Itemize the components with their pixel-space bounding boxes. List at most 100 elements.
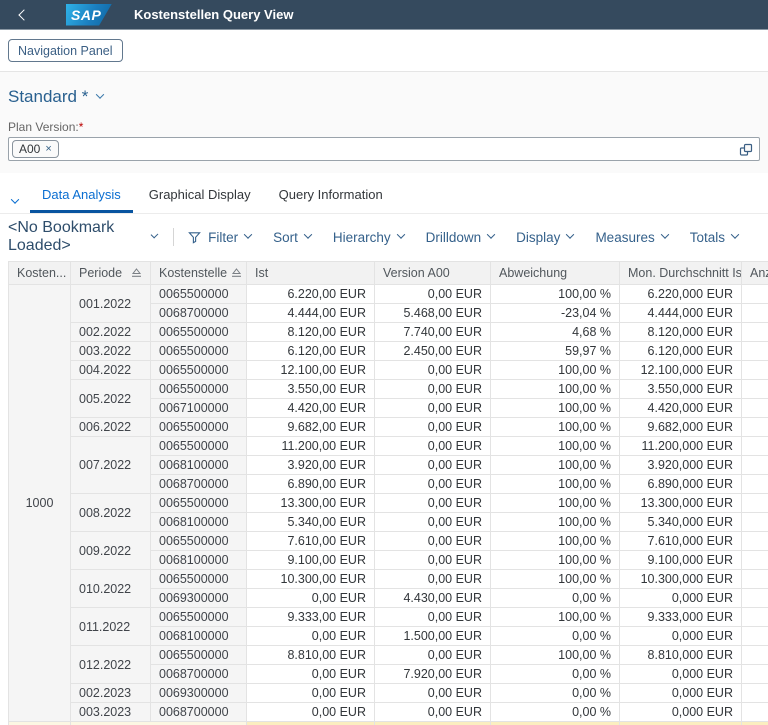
durchschnitt-cell[interactable]: 9.682,000 EUR	[619, 417, 742, 437]
column-header[interactable]: Anzahl	[741, 261, 768, 285]
version-a00-cell[interactable]: 0,00 EUR	[374, 474, 491, 494]
ist-cell[interactable]: 3.550,00 EUR	[246, 379, 375, 399]
version-a00-cell[interactable]: 0,00 EUR	[374, 493, 491, 513]
version-a00-cell[interactable]: 0,00 EUR	[374, 455, 491, 475]
column-header[interactable]: Mon. Durchschnitt Ist	[619, 261, 742, 285]
kostenstelle-cell[interactable]: 0069300000	[150, 683, 247, 703]
kosten-group-cell[interactable]: 1000	[8, 284, 71, 722]
periode-cell[interactable]: 009.2022	[70, 531, 151, 570]
kostenstelle-cell[interactable]: 0065500000	[150, 569, 247, 589]
durchschnitt-cell[interactable]: 4.420,000 EUR	[619, 398, 742, 418]
bookmark-dropdown[interactable]: <No Bookmark Loaded>	[8, 219, 159, 255]
ist-cell[interactable]: 6.890,00 EUR	[246, 474, 375, 494]
anzahl-cell[interactable]	[741, 493, 768, 513]
periode-cell[interactable]: 004.2022	[70, 360, 151, 380]
navigation-panel-button[interactable]: Navigation Panel	[8, 39, 123, 62]
version-a00-cell[interactable]: 1.500,00 EUR	[374, 626, 491, 646]
anzahl-cell[interactable]	[741, 569, 768, 589]
durchschnitt-cell[interactable]: 8.810,000 EUR	[619, 645, 742, 665]
version-a00-cell[interactable]: 0,00 EUR	[374, 569, 491, 589]
abweichung-cell[interactable]: 100,00 %	[490, 645, 620, 665]
ist-cell[interactable]: 7.610,00 EUR	[246, 531, 375, 551]
version-a00-cell[interactable]: 0,00 EUR	[374, 702, 491, 722]
version-a00-cell[interactable]: 0,00 EUR	[374, 512, 491, 532]
durchschnitt-cell[interactable]: 0,000 EUR	[619, 683, 742, 703]
anzahl-cell[interactable]	[741, 322, 768, 342]
version-a00-cell[interactable]: 0,00 EUR	[374, 379, 491, 399]
value-help-icon[interactable]	[738, 142, 754, 158]
ist-cell[interactable]: 4.444,00 EUR	[246, 303, 375, 323]
abweichung-cell[interactable]: 0,00 %	[490, 683, 620, 703]
anzahl-cell[interactable]	[741, 645, 768, 665]
durchschnitt-cell[interactable]: 6.890,000 EUR	[619, 474, 742, 494]
periode-cell[interactable]: 008.2022	[70, 493, 151, 532]
ist-cell[interactable]: 0,00 EUR	[246, 626, 375, 646]
column-header[interactable]: Kostenstelle	[150, 261, 247, 285]
durchschnitt-cell[interactable]: 7.610,000 EUR	[619, 531, 742, 551]
version-a00-cell[interactable]: 0,00 EUR	[374, 398, 491, 418]
ist-cell[interactable]: 9.100,00 EUR	[246, 550, 375, 570]
version-a00-cell[interactable]: 2.450,00 EUR	[374, 341, 491, 361]
result-abweichung-cell[interactable]: 78,99 %	[490, 721, 620, 725]
durchschnitt-cell[interactable]: 3.920,000 EUR	[619, 455, 742, 475]
version-a00-cell[interactable]: 0,00 EUR	[374, 683, 491, 703]
version-a00-cell[interactable]: 0,00 EUR	[374, 284, 491, 304]
kostenstelle-cell[interactable]: 0065500000	[150, 436, 247, 456]
kostenstelle-cell[interactable]: 0065500000	[150, 607, 247, 627]
periode-cell[interactable]: 003.2022	[70, 341, 151, 361]
plan-version-input[interactable]: A00 ×	[8, 137, 760, 161]
ist-cell[interactable]: 0,00 EUR	[246, 683, 375, 703]
kostenstelle-cell[interactable]: 0068700000	[150, 664, 247, 684]
durchschnitt-cell[interactable]: 0,000 EUR	[619, 702, 742, 722]
collapse-chevron-icon[interactable]	[10, 195, 20, 204]
display-menu[interactable]: Display	[516, 230, 575, 245]
kostenstelle-cell[interactable]: 0065500000	[150, 360, 247, 380]
version-a00-cell[interactable]: 0,00 EUR	[374, 436, 491, 456]
periode-cell[interactable]: 006.2022	[70, 417, 151, 437]
result-kosten-cell[interactable]	[8, 721, 71, 725]
durchschnitt-cell[interactable]: 4.444,000 EUR	[619, 303, 742, 323]
periode-cell[interactable]: 007.2022	[70, 436, 151, 494]
abweichung-cell[interactable]: 0,00 %	[490, 626, 620, 646]
periode-cell[interactable]: 010.2022	[70, 569, 151, 608]
durchschnitt-cell[interactable]: 10.300,000 EUR	[619, 569, 742, 589]
result-version-cell[interactable]: 29.508,00 EUR	[374, 721, 491, 725]
ist-cell[interactable]: 8.120,00 EUR	[246, 322, 375, 342]
kostenstelle-cell[interactable]: 0065500000	[150, 284, 247, 304]
abweichung-cell[interactable]: 100,00 %	[490, 474, 620, 494]
kostenstelle-cell[interactable]: 0067100000	[150, 398, 247, 418]
anzahl-cell[interactable]	[741, 531, 768, 551]
variant-selector[interactable]: Standard *	[8, 87, 760, 107]
result-label-cell[interactable]: Result	[70, 721, 247, 725]
periode-cell[interactable]: 012.2022	[70, 645, 151, 684]
anzahl-cell[interactable]	[741, 417, 768, 437]
token-remove-icon[interactable]: ×	[45, 143, 51, 155]
ist-cell[interactable]: 13.300,00 EUR	[246, 493, 375, 513]
column-header[interactable]: Ist	[246, 261, 375, 285]
abweichung-cell[interactable]: -23,04 %	[490, 303, 620, 323]
ist-cell[interactable]: 11.200,00 EUR	[246, 436, 375, 456]
abweichung-cell[interactable]: 100,00 %	[490, 493, 620, 513]
version-a00-cell[interactable]: 7.740,00 EUR	[374, 322, 491, 342]
durchschnitt-cell[interactable]: 13.300,000 EUR	[619, 493, 742, 513]
anzahl-cell[interactable]	[741, 512, 768, 532]
abweichung-cell[interactable]: 100,00 %	[490, 607, 620, 627]
anzahl-cell[interactable]	[741, 436, 768, 456]
kostenstelle-cell[interactable]: 0065500000	[150, 493, 247, 513]
ist-cell[interactable]: 3.920,00 EUR	[246, 455, 375, 475]
abweichung-cell[interactable]: 100,00 %	[490, 550, 620, 570]
ist-cell[interactable]: 0,00 EUR	[246, 664, 375, 684]
anzahl-cell[interactable]	[741, 607, 768, 627]
kostenstelle-cell[interactable]: 0065500000	[150, 322, 247, 342]
durchschnitt-cell[interactable]: 9.100,000 EUR	[619, 550, 742, 570]
anzahl-cell[interactable]	[741, 683, 768, 703]
durchschnitt-cell[interactable]: 3.550,000 EUR	[619, 379, 742, 399]
anzahl-cell[interactable]	[741, 702, 768, 722]
ist-cell[interactable]: 9.682,00 EUR	[246, 417, 375, 437]
anzahl-cell[interactable]	[741, 379, 768, 399]
hierarchy-menu[interactable]: Hierarchy	[333, 230, 405, 245]
abweichung-cell[interactable]: 59,97 %	[490, 341, 620, 361]
column-header[interactable]: Periode	[70, 261, 151, 285]
abweichung-cell[interactable]: 100,00 %	[490, 531, 620, 551]
tab-query-information[interactable]: Query Information	[267, 185, 395, 213]
